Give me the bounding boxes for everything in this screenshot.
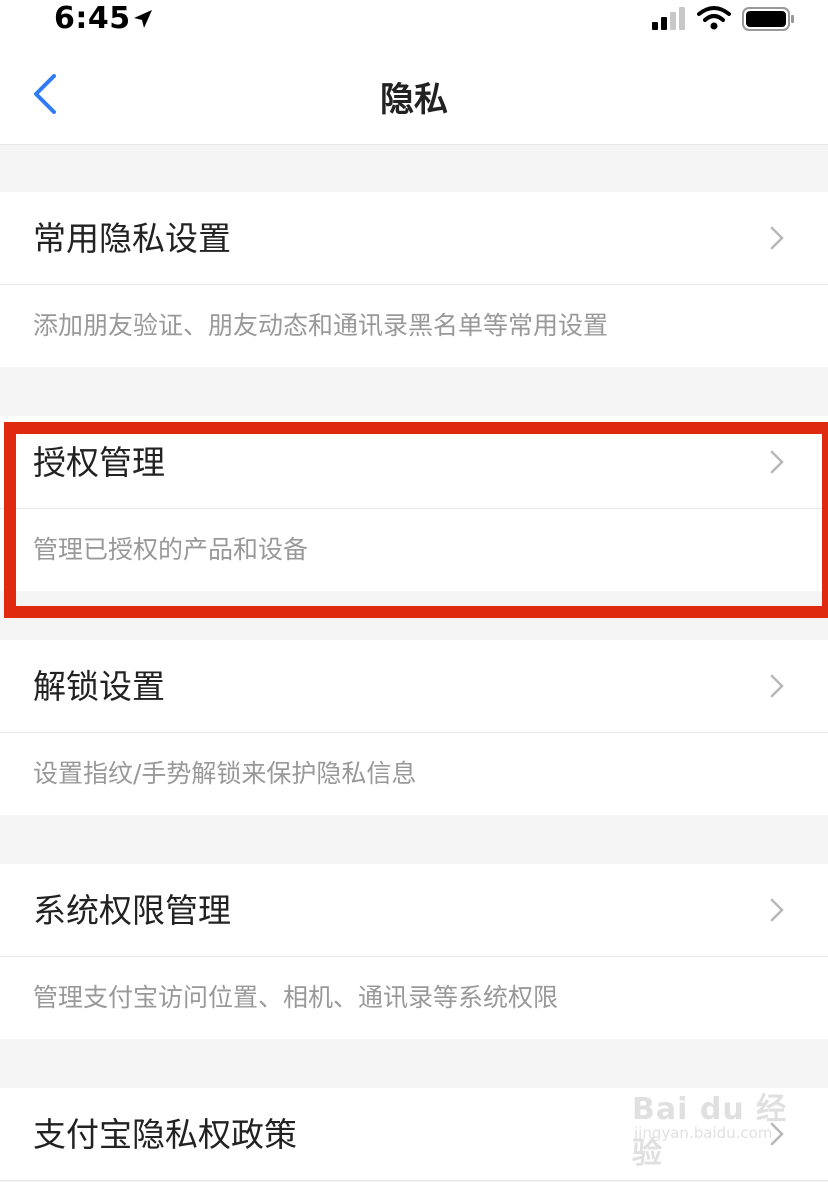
watermark-url: jingyan.baidu.com (634, 1124, 773, 1142)
row-description: 设置指纹/手势解锁来保护隐私信息 (33, 759, 417, 788)
status-time: 6:45 (54, 1, 131, 36)
row-title: 授权管理 (33, 443, 165, 482)
section-unlock-settings: 解锁设置 设置指纹/手势解锁来保护隐私信息 (0, 640, 828, 815)
row-title: 支付宝隐私权政策 (33, 1115, 297, 1154)
row-description: 管理已授权的产品和设备 (33, 535, 309, 564)
chevron-right-icon (770, 898, 784, 922)
page-title: 隐私 (380, 80, 448, 120)
row-unlock-settings[interactable]: 解锁设置 (0, 640, 828, 733)
row-title: 系统权限管理 (33, 891, 231, 930)
row-authorization-management[interactable]: 授权管理 (0, 416, 828, 509)
section-common-privacy: 常用隐私设置 添加朋友验证、朋友动态和通讯录黑名单等常用设置 (0, 192, 828, 367)
section-authorization-management: 授权管理 管理已授权的产品和设备 (0, 416, 828, 591)
location-arrow-icon (134, 10, 152, 28)
row-description: 管理支付宝访问位置、相机、通讯录等系统权限 (33, 983, 559, 1012)
battery-icon (742, 7, 794, 31)
chevron-right-icon (770, 674, 784, 698)
baidu-jingyan-watermark: Bai du 经验 jingyan.baidu.com (632, 1072, 792, 1171)
section-system-permissions: 系统权限管理 管理支付宝访问位置、相机、通讯录等系统权限 (0, 864, 828, 1039)
chevron-left-icon (34, 74, 56, 114)
row-title: 解锁设置 (33, 667, 165, 706)
chevron-right-icon (770, 450, 784, 474)
row-title: 常用隐私设置 (33, 219, 231, 258)
signal-icon (652, 7, 685, 30)
nav-bar: 隐私 (0, 40, 828, 145)
row-description: 添加朋友验证、朋友动态和通讯录黑名单等常用设置 (33, 311, 609, 340)
chevron-right-icon (770, 226, 784, 250)
row-common-privacy-settings[interactable]: 常用隐私设置 (0, 192, 828, 285)
wifi-icon (697, 6, 731, 30)
status-bar: 6:45 (0, 0, 828, 40)
back-button[interactable] (30, 72, 78, 128)
row-system-permissions[interactable]: 系统权限管理 (0, 864, 828, 957)
